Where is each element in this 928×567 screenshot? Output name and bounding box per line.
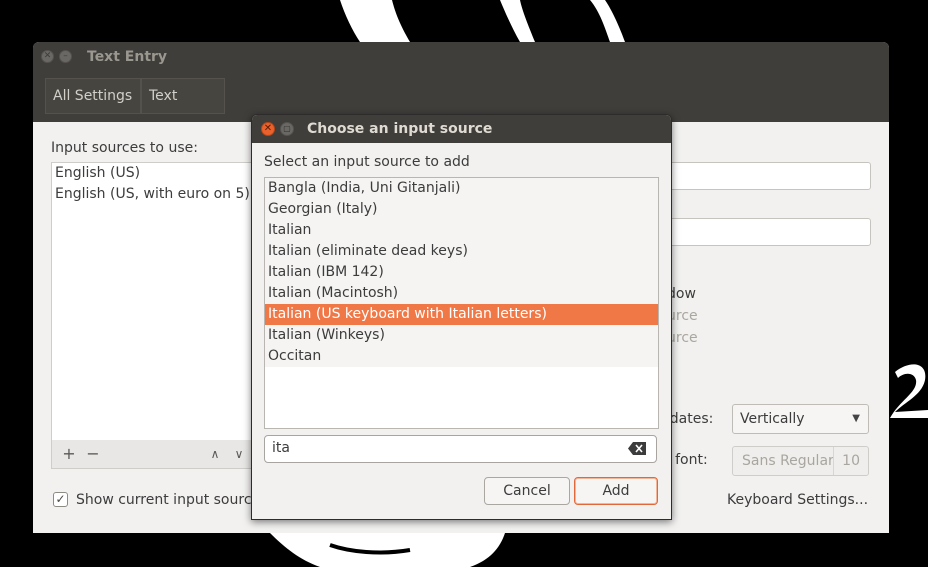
dialog-titlebar: ✕ ▢ Choose an input source [252,115,671,143]
input-source-options-list[interactable]: Bangla (India, Uni Gitanjali) Georgian (… [264,177,659,429]
clear-search-icon[interactable] [628,442,646,455]
close-dialog-icon[interactable]: ✕ [261,122,275,136]
list-toolbar: + − ∧ ∨ [51,440,283,469]
keyboard-settings-link[interactable]: Keyboard Settings... [727,492,868,508]
choose-input-source-dialog: ✕ ▢ Choose an input source Select an inp… [251,114,672,520]
input-sources-list[interactable]: English (US) English (US, with euro on 5… [51,162,283,442]
show-source-label: Show current input source [76,492,261,508]
list-item[interactable]: Occitan [265,346,658,367]
list-item[interactable]: Italian (IBM 142) [265,262,658,283]
dialog-title: Choose an input source [307,121,493,137]
cancel-button[interactable]: Cancel [484,477,570,505]
input-sources-label: Input sources to use: [51,140,198,156]
show-source-checkbox[interactable]: ✓ [53,492,68,507]
breadcrumb-text-entry[interactable]: Text Entry [141,78,225,138]
maximize-dialog-icon[interactable]: ▢ [280,122,294,136]
font-name: Sans Regular [742,453,834,469]
list-item[interactable]: Italian (Macintosh) [265,283,658,304]
switch-back-shortcut-field[interactable] [663,218,871,246]
add-source-button[interactable]: + [58,445,80,463]
list-item[interactable]: Bangla (India, Uni Gitanjali) [265,178,658,199]
minimize-window-icon[interactable]: – [59,50,72,63]
remove-source-button[interactable]: − [82,445,104,463]
move-up-button[interactable]: ∧ [204,445,226,463]
window-titlebar: ✕ – Text Entry [33,42,889,74]
list-item[interactable]: English (US) [52,163,282,184]
window-title: Text Entry [87,49,168,65]
candidates-value: Vertically [740,411,805,427]
dialog-prompt: Select an input source to add [264,154,470,170]
dropdown-arrow-icon: ▼ [852,413,860,424]
switch-shortcut-field[interactable] [663,162,871,190]
add-button[interactable]: Add [574,477,658,505]
list-item[interactable]: Italian (eliminate dead keys) [265,241,658,262]
close-window-icon[interactable]: ✕ [41,50,54,63]
font-size: 10 [833,447,860,475]
breadcrumb-all-settings[interactable]: All Settings [45,78,141,114]
search-input[interactable]: ita [264,435,657,463]
list-item[interactable]: English (US, with euro on 5) [52,184,282,205]
list-item[interactable]: Italian [265,220,658,241]
list-item[interactable]: Georgian (Italy) [265,199,658,220]
custom-font-button[interactable]: Sans Regular 10 [732,446,869,476]
search-value: ita [272,440,290,456]
list-item[interactable]: Italian (US keyboard with Italian letter… [265,304,658,325]
move-down-button[interactable]: ∨ [228,445,250,463]
list-item[interactable]: Italian (Winkeys) [265,325,658,346]
candidates-orientation-select[interactable]: Vertically ▼ [732,404,869,434]
